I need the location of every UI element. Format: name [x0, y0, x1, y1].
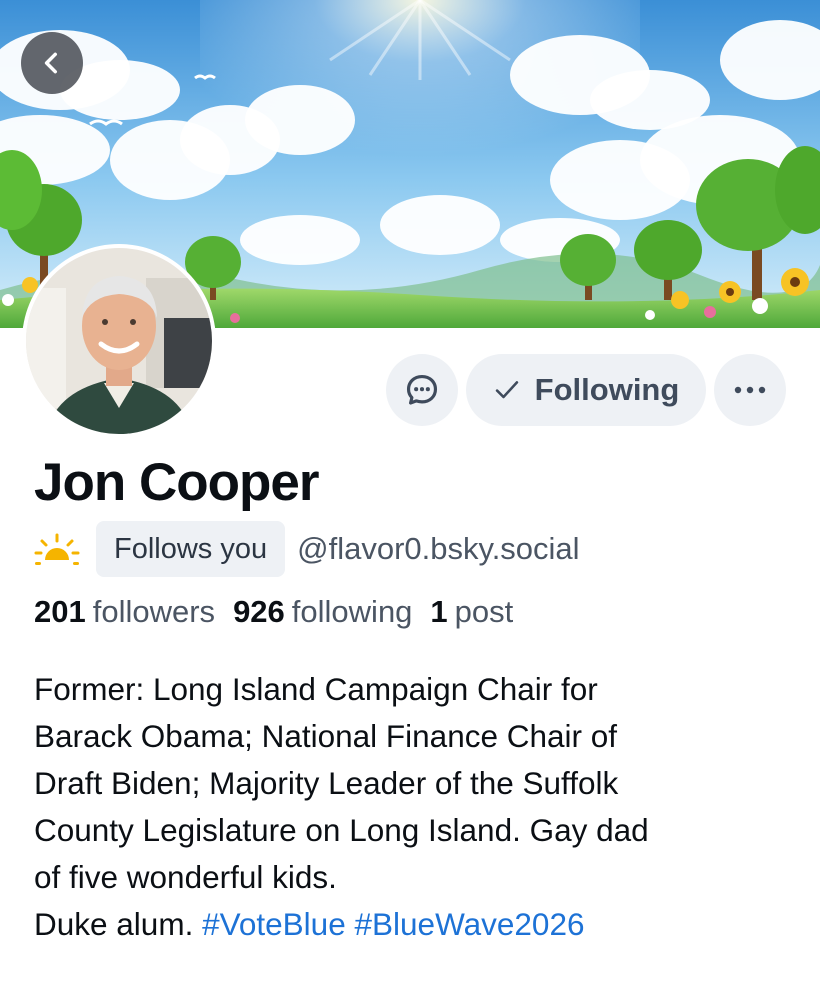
- chat-bubble-icon: [403, 371, 441, 409]
- profile-stats: 201 followers 926 following 1 post: [34, 594, 531, 630]
- chevron-left-icon: [39, 50, 65, 76]
- posts-label: post: [454, 594, 514, 629]
- bio-line: Draft Biden; Majority Leader of the Suff…: [34, 765, 619, 801]
- profile-bio: Former: Long Island Campaign Chair for B…: [34, 666, 804, 948]
- followers-stat[interactable]: 201 followers: [34, 594, 233, 630]
- follows-you-badge: Follows you: [96, 521, 286, 577]
- message-button[interactable]: [386, 354, 458, 426]
- bio-line: of five wonderful kids.: [34, 859, 337, 895]
- sunrise-icon: [34, 529, 80, 569]
- handle-row: Follows you @flavor0.bsky.social: [34, 520, 580, 578]
- user-handle: @flavor0.bsky.social: [297, 531, 580, 566]
- following-button-label: Following: [534, 372, 680, 407]
- avatar[interactable]: [22, 244, 216, 438]
- following-button[interactable]: Following: [466, 354, 706, 426]
- followers-label: followers: [92, 594, 216, 629]
- profile-page: Following Jon Cooper Follows you @flavor…: [0, 0, 820, 1000]
- checkmark-icon: [493, 376, 521, 404]
- posts-count: 1: [430, 594, 448, 629]
- back-button[interactable]: [21, 32, 83, 94]
- bio-line-last: Duke alum. #VoteBlue #BlueWave2026: [34, 901, 804, 948]
- hashtag-link[interactable]: #VoteBlue: [202, 906, 346, 942]
- ellipsis-icon: [733, 385, 767, 395]
- bio-text: Duke alum.: [34, 906, 194, 942]
- bio-line: County Legislature on Long Island. Gay d…: [34, 812, 649, 848]
- following-stat[interactable]: 926 following: [233, 594, 430, 630]
- following-count: 926: [233, 594, 285, 629]
- display-name: Jon Cooper: [34, 453, 319, 512]
- bio-line: Former: Long Island Campaign Chair for: [34, 671, 598, 707]
- avatar-photo: [26, 248, 212, 434]
- posts-stat: 1 post: [430, 594, 531, 630]
- more-options-button[interactable]: [714, 354, 786, 426]
- hashtag-link[interactable]: #BlueWave2026: [355, 906, 585, 942]
- bio-line: Barack Obama; National Finance Chair of: [34, 718, 618, 754]
- following-stat-label: following: [291, 594, 413, 629]
- followers-count: 201: [34, 594, 86, 629]
